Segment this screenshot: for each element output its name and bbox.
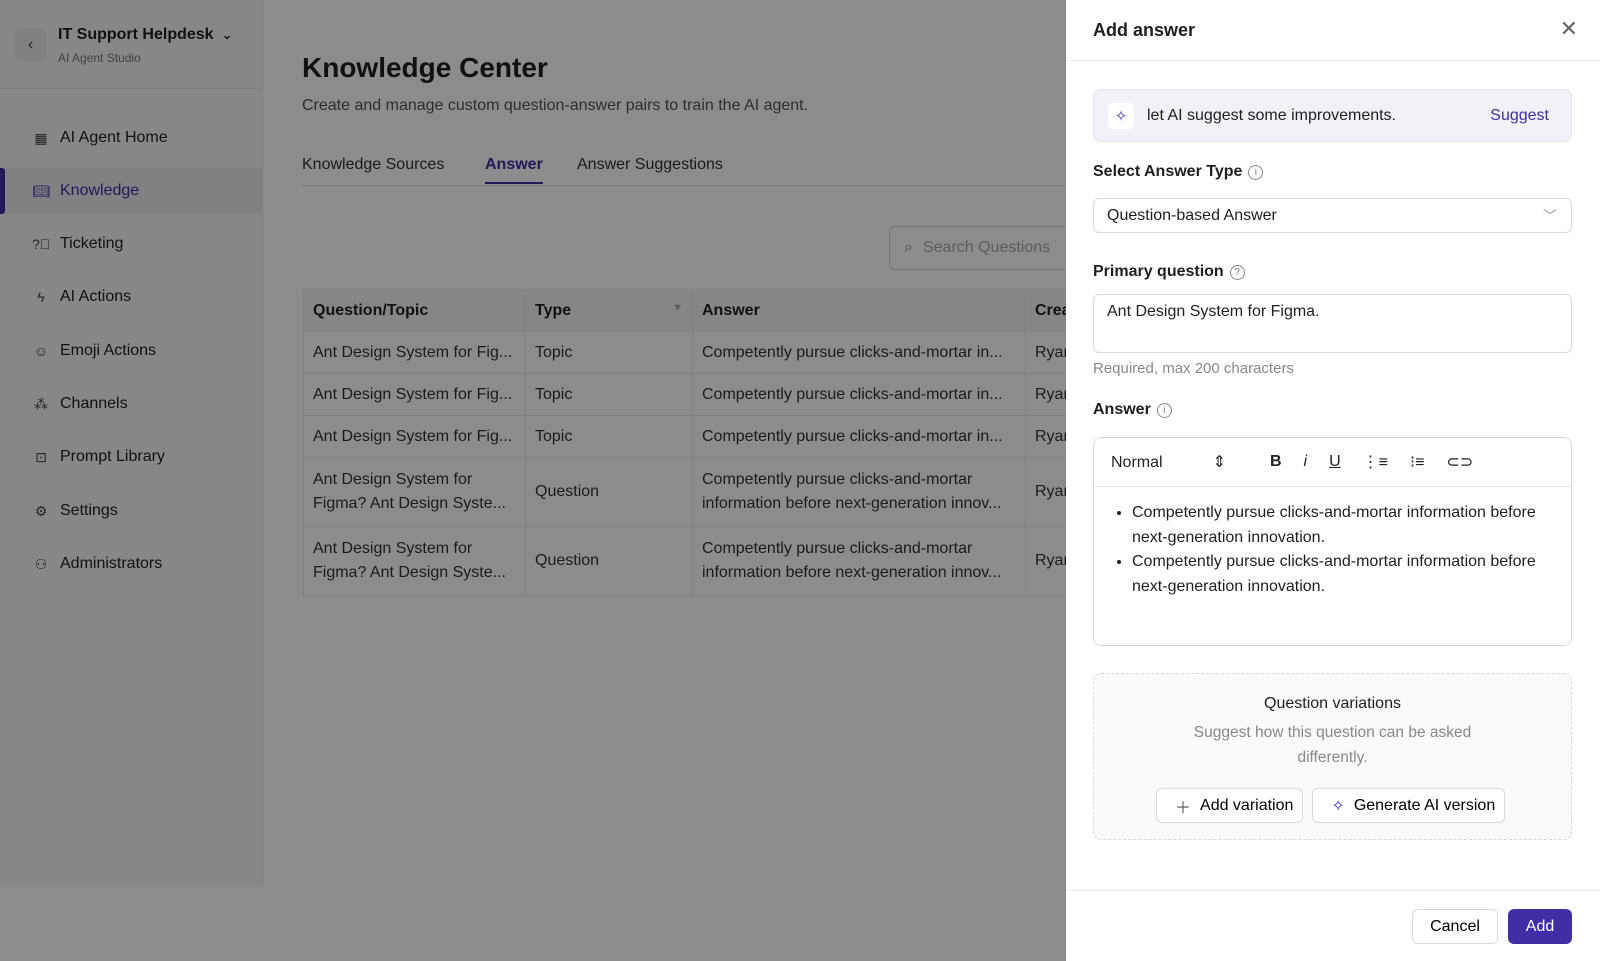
format-value: Normal <box>1111 454 1163 471</box>
sparkle-icon: ✧ <box>1108 102 1134 129</box>
editor-toolbar: Normal ⇕ B i U ⋮≡ ⁝≡ ⊂⊃ <box>1094 438 1571 487</box>
sparkle-icon: ✧ <box>1331 797 1345 815</box>
answer-type-label: Select Answer Type i <box>1093 163 1264 181</box>
link-icon[interactable]: ⊂⊃ <box>1446 452 1473 472</box>
ai-suggest-banner: ✧ let AI suggest some improvements. Sugg… <box>1093 89 1572 142</box>
answer-type-select[interactable]: Question-based Answer ﹀ <box>1093 198 1572 233</box>
generate-ai-version-button[interactable]: ✧ Generate AI version <box>1312 788 1506 823</box>
add-answer-drawer: Add answer ✕ ✧ let AI suggest some impro… <box>1066 0 1600 961</box>
question-variations: Question variations Suggest how this que… <box>1093 673 1572 840</box>
format-select[interactable]: Normal ⇕ <box>1111 452 1248 472</box>
suggest-button[interactable]: Suggest <box>1490 107 1549 125</box>
variations-title: Question variations <box>1264 695 1401 712</box>
editor-content[interactable]: Competently pursue clicks-and-mortar inf… <box>1094 487 1571 599</box>
add-button[interactable]: Add <box>1508 909 1572 944</box>
italic-icon[interactable]: i <box>1304 453 1308 471</box>
drawer-footer: Cancel Add <box>1066 890 1600 961</box>
answer-bullet: Competently pursue clicks-and-mortar inf… <box>1132 550 1551 599</box>
ordered-list-icon[interactable]: ⋮≡ <box>1363 452 1388 472</box>
answer-editor: Normal ⇕ B i U ⋮≡ ⁝≡ ⊂⊃ Competently pursu… <box>1093 437 1572 646</box>
bullet-list-icon[interactable]: ⁝≡ <box>1410 452 1424 472</box>
drawer-title: Add answer <box>1093 20 1196 40</box>
primary-question-help: Required, max 200 characters <box>1093 360 1294 377</box>
info-icon: i <box>1156 403 1172 418</box>
chevron-down-icon: ﹀ <box>1543 207 1557 224</box>
cancel-button[interactable]: Cancel <box>1412 909 1498 944</box>
primary-question-label: Primary question? <box>1093 263 1245 281</box>
variations-description: Suggest how this question can be asked d… <box>1193 724 1472 766</box>
drawer-header: Add answer ✕ <box>1066 0 1600 61</box>
answer-bullet: Competently pursue clicks-and-mortar inf… <box>1132 501 1551 550</box>
close-icon[interactable]: ✕ <box>1560 16 1578 42</box>
button-label: Generate AI version <box>1353 796 1496 814</box>
info-icon: i <box>1248 165 1264 180</box>
plus-icon: ＋ <box>1175 799 1192 817</box>
bold-icon[interactable]: B <box>1270 453 1282 471</box>
chevron-up-down-icon: ⇕ <box>1212 454 1226 471</box>
add-variation-button[interactable]: ＋ Add variation <box>1156 788 1304 823</box>
ai-suggest-text: let AI suggest some improvements. <box>1147 106 1396 124</box>
help-icon: ? <box>1229 265 1245 280</box>
underline-icon[interactable]: U <box>1329 453 1341 471</box>
primary-question-input[interactable]: Ant Design System for Figma. <box>1093 294 1572 353</box>
answer-label: Answer i <box>1093 401 1172 419</box>
select-value: Question-based Answer <box>1107 206 1277 224</box>
label-text: Answer <box>1093 401 1151 418</box>
button-label: Add variation <box>1200 796 1294 814</box>
label-text: Primary question <box>1093 263 1224 280</box>
label-text: Select Answer Type <box>1093 163 1243 180</box>
